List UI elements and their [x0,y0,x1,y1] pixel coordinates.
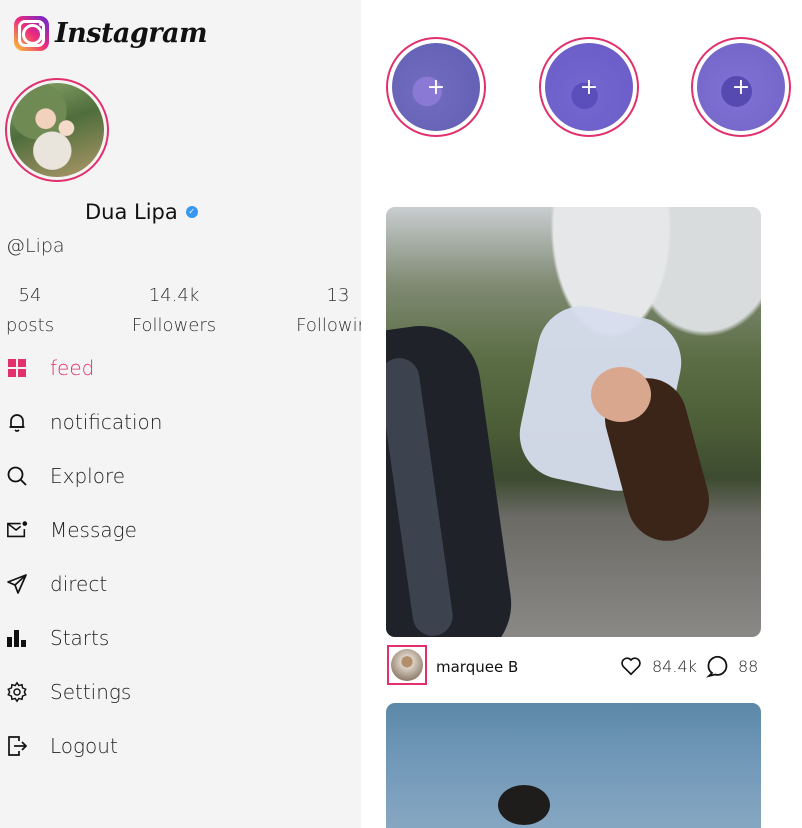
profile-name-row: Dua Lipa ✓ [85,200,198,224]
heart-icon[interactable] [620,655,642,677]
sidebar: Instagram Dua Lipa ✓ @Lipa 54 posts 14.4… [0,0,361,828]
post-image[interactable] [386,207,761,637]
verified-badge-icon: ✓ [185,206,198,218]
nav-label-starts: Starts [50,626,110,650]
stat-followers-label: Followers [131,315,217,336]
nav-label-settings: Settings [50,680,132,704]
bar-chart-icon [6,627,28,649]
story-item[interactable]: + [539,37,639,137]
nav-item-starts[interactable]: Starts [0,620,340,656]
story-item[interactable]: + [691,37,791,137]
plus-icon: + [579,74,599,100]
profile-avatar[interactable] [5,78,109,182]
person-face-shape [591,367,651,422]
stat-followers[interactable]: 14.4k Followers [128,285,220,336]
plus-icon: + [731,74,751,100]
grid-icon [6,357,28,379]
send-icon [6,573,28,595]
stat-posts-value: 54 [18,285,42,306]
logo-text: Instagram [55,18,208,49]
post-image-2[interactable] [386,703,761,828]
stat-followers-value: 14.4k [148,285,200,306]
logout-icon [6,735,28,757]
stat-posts-label: posts [5,315,55,336]
post-username[interactable]: marquee B [436,658,518,676]
nav-label-direct: direct [50,572,108,596]
post-user-avatar[interactable] [387,645,427,685]
post-likes-count: 84.4k [652,657,697,676]
stat-following[interactable]: 13 Following [293,285,361,336]
nav-label-feed: feed [50,356,95,380]
nav-item-explore[interactable]: Explore [0,458,340,494]
post-comments-count: 88 [738,657,759,676]
stat-following-value: 13 [326,285,350,306]
story-image: + [545,43,633,131]
nav-item-direct[interactable]: direct [0,566,340,602]
nav-item-feed[interactable]: feed [0,350,340,386]
nav-item-message[interactable]: Message [0,512,340,548]
nav-label-explore: Explore [50,464,126,488]
mail-icon [6,519,28,541]
comment-icon[interactable] [706,654,730,678]
profile-handle: @Lipa [6,235,65,257]
search-icon [6,465,28,487]
person-hair-shape [498,785,550,825]
post-user-photo [391,649,423,681]
post-meta: marquee B 84.4k 88 [386,645,762,689]
profile-photo [10,83,104,177]
nav-label-notification: notification [50,410,163,434]
plus-icon: + [426,74,446,100]
stat-following-label: Following [296,315,361,336]
nav-item-logout[interactable]: Logout [0,728,340,764]
nav-item-notification[interactable]: notification [0,404,340,440]
profile-name: Dua Lipa [85,200,178,224]
stat-posts: 54 posts [5,285,55,336]
gear-icon [6,681,28,703]
logo[interactable]: Instagram [14,16,208,51]
nav-item-settings[interactable]: Settings [0,674,340,710]
nav-label-logout: Logout [50,734,118,758]
story-image: + [697,43,785,131]
story-item[interactable]: + [386,37,486,137]
bell-icon [6,411,28,433]
instagram-logo-icon [14,16,49,51]
story-image: + [392,43,480,131]
nav-label-message: Message [50,518,137,542]
